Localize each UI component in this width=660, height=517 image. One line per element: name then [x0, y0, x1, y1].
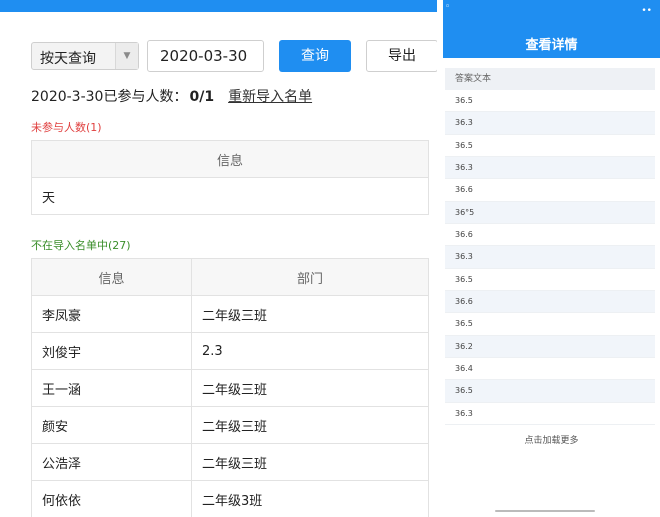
- reimport-list-link[interactable]: 重新导入名单: [228, 89, 312, 105]
- table-cell: 二年级三班: [191, 406, 429, 444]
- home-indicator: [495, 510, 595, 512]
- detail-header: ◦ •• 查看详情: [443, 0, 660, 58]
- column-header-info: 信息: [31, 258, 192, 296]
- top-bar: [0, 0, 437, 12]
- query-mode-select[interactable]: 按天查询 ▼: [31, 42, 139, 70]
- answer-list: 36.5 36.3 36.5 36.3 36.6 36°5 36.6 36.3 …: [445, 90, 655, 425]
- participation-stats: 2020-3-30已参与人数： 0/1 重新导入名单: [31, 86, 312, 106]
- table-row: 颜安 二年级三班: [31, 406, 429, 444]
- list-item: 36.2: [445, 335, 655, 358]
- list-item: 36.6: [445, 179, 655, 202]
- date-input[interactable]: 2020-03-30: [147, 40, 264, 72]
- list-item: 36.5: [445, 380, 655, 403]
- table-cell: 李凤豪: [31, 295, 192, 333]
- table-cell: 何依依: [31, 480, 192, 517]
- chevron-down-icon[interactable]: ▼: [115, 43, 138, 69]
- query-button[interactable]: 查询: [279, 40, 351, 72]
- table-row: 李凤豪 二年级三班: [31, 295, 429, 333]
- table-cell: 王一涵: [31, 369, 192, 407]
- not-in-list-table: 信息 部门 李凤豪 二年级三班 刘俊宇 2.3 王一涵 二年级三班 颜安 二年级…: [31, 258, 429, 517]
- table-row: 天: [31, 177, 429, 215]
- list-item: 36.5: [445, 313, 655, 336]
- list-item: 36.6: [445, 290, 655, 314]
- list-item: 36.4: [445, 358, 655, 381]
- not-participated-title: 未参与人数(1): [31, 121, 102, 134]
- list-item: 36.5: [445, 135, 655, 157]
- query-mode-label: 按天查询: [40, 51, 96, 67]
- detail-title: 查看详情: [525, 38, 578, 53]
- list-item: 36.6: [445, 224, 655, 247]
- table-row: 王一涵 二年级三班: [31, 369, 429, 407]
- table-cell: 天: [31, 177, 429, 215]
- table-header-row: 信息 部门: [31, 258, 429, 296]
- list-item: 36.3: [445, 112, 655, 135]
- list-item: 36.5: [445, 269, 655, 291]
- signal-icon: ••: [641, 6, 652, 16]
- detail-screen: ◦ •• 查看详情 答案文本 36.5 36.3 36.5 36.3 36.6 …: [443, 0, 660, 517]
- status-bar-icon: ◦: [445, 2, 451, 12]
- table-row: 何依依 二年级3班: [31, 480, 429, 517]
- table-row: 刘俊宇 2.3: [31, 332, 429, 370]
- list-item: 36°5: [445, 201, 655, 224]
- not-in-list-title: 不在导入名单中(27): [31, 239, 131, 252]
- participation-count: 0/1: [189, 89, 215, 105]
- list-item: 36.3: [445, 403, 655, 425]
- table-cell: 二年级三班: [191, 295, 429, 333]
- list-item: 36.5: [445, 90, 655, 113]
- table-cell: 刘俊宇: [31, 332, 192, 370]
- table-cell: 二年级三班: [191, 443, 429, 481]
- table-cell: 颜安: [31, 406, 192, 444]
- load-more-button[interactable]: 点击加载更多: [443, 433, 660, 446]
- list-item: 36.3: [445, 246, 655, 269]
- table-cell: 2.3: [191, 332, 429, 370]
- export-button[interactable]: 导出: [366, 40, 437, 72]
- table-cell: 二年级3班: [191, 480, 429, 517]
- list-item: 36.3: [445, 156, 655, 180]
- stats-text: 2020-3-30已参与人数：: [31, 89, 188, 105]
- answer-column-header: 答案文本: [445, 68, 655, 90]
- table-cell: 公浩泽: [31, 443, 192, 481]
- column-header-department: 部门: [191, 258, 429, 296]
- table-cell: 二年级三班: [191, 369, 429, 407]
- column-header-info: 信息: [31, 140, 429, 178]
- table-row: 公浩泽 二年级三班: [31, 443, 429, 481]
- table-header-row: 信息: [31, 140, 429, 178]
- not-participated-table: 信息 天: [31, 140, 429, 215]
- attendance-screen: 按天查询 ▼ 2020-03-30 查询 导出 2020-3-30已参与人数： 0…: [0, 0, 437, 517]
